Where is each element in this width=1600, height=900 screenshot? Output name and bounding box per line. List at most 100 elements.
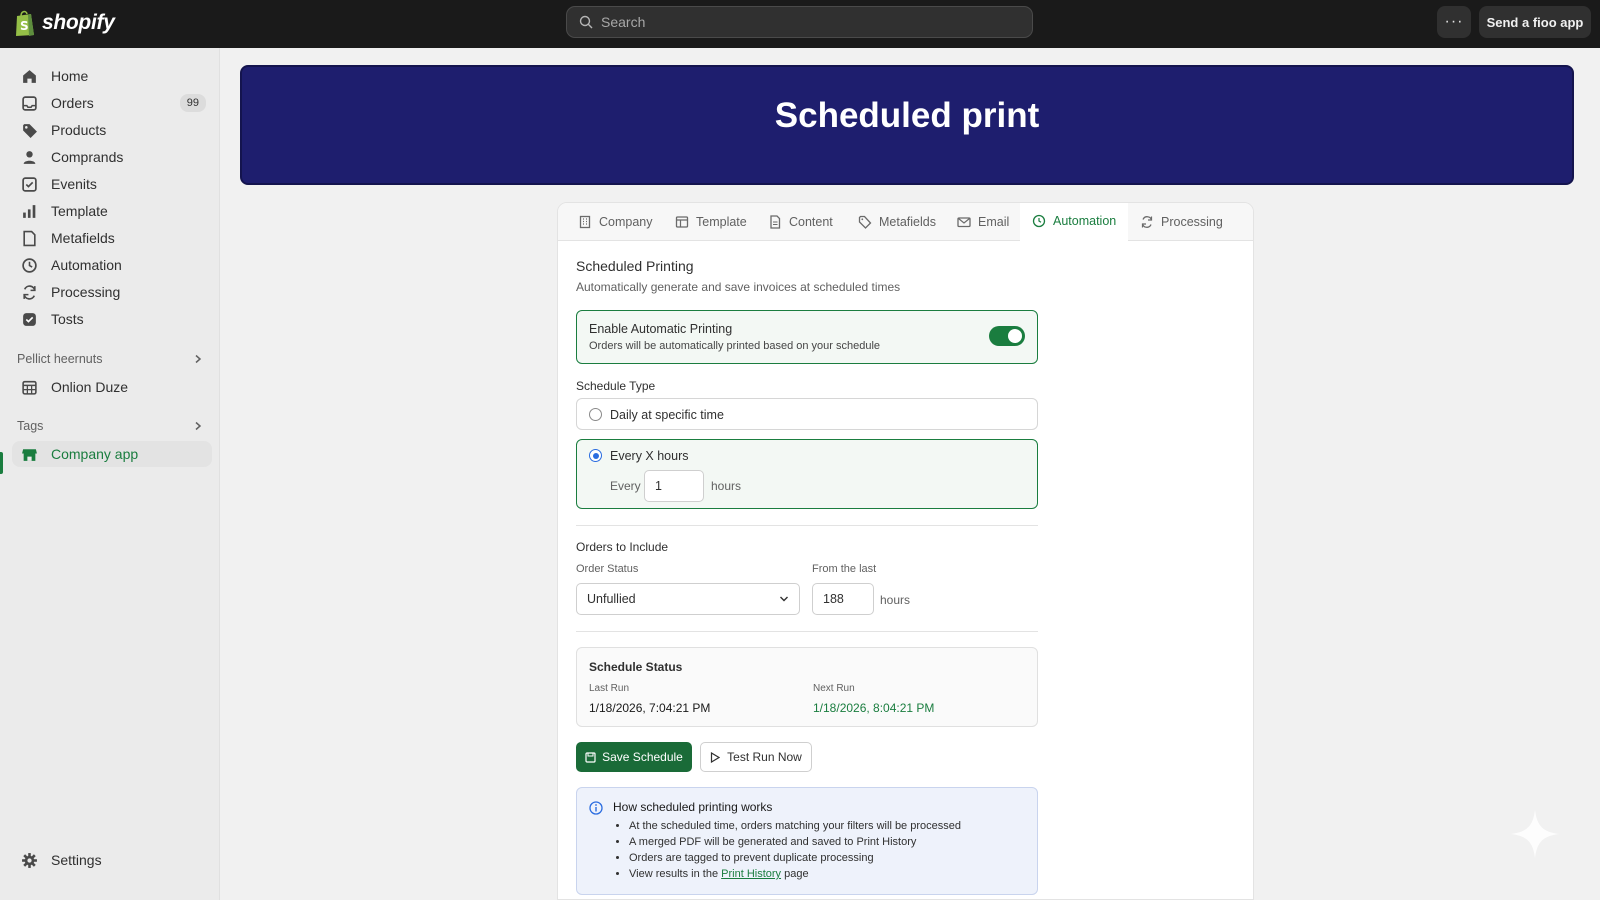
radio-daily[interactable] <box>589 408 602 421</box>
next-run-value: 1/18/2026, 8:04:21 PM <box>813 701 935 715</box>
save-icon <box>585 751 596 763</box>
settings-card: Company Template Content Metafields Emai… <box>557 202 1254 900</box>
hours-unit-label: hours <box>711 479 742 493</box>
option-hours-label: Every X hours <box>610 449 689 463</box>
sidebar-item-label: Products <box>51 122 107 138</box>
sidebar-item-home[interactable]: Home <box>12 63 212 89</box>
chevron-right-icon <box>195 354 202 364</box>
tab-email[interactable]: Email <box>957 203 1009 241</box>
sidebar-item-automation[interactable]: Automation <box>12 252 212 278</box>
info-box: How scheduled printing works At the sche… <box>576 787 1038 895</box>
building-icon <box>579 215 591 229</box>
refresh-icon <box>20 283 38 301</box>
shopify-logo[interactable]: S shopify <box>14 9 115 37</box>
sidebar-item-products[interactable]: Products <box>12 117 212 143</box>
from-last-input[interactable]: 188 <box>812 583 874 615</box>
sidebar-item-label: Orders <box>51 95 94 111</box>
home-icon <box>20 67 38 85</box>
sidebar-item-company-app[interactable]: Company app <box>12 441 212 467</box>
save-schedule-button[interactable]: Save Schedule <box>576 742 692 772</box>
sidebar-item-events[interactable]: Evenits <box>12 171 212 197</box>
tab-company[interactable]: Company <box>578 203 653 241</box>
shopify-bag-icon: S <box>16 10 34 36</box>
template-icon <box>675 216 689 228</box>
search-icon <box>579 15 593 29</box>
test-button-label: Test Run Now <box>727 750 802 764</box>
mail-icon <box>957 217 971 228</box>
svg-text:S: S <box>20 19 29 33</box>
last-run-value: 1/18/2026, 7:04:21 PM <box>589 701 711 715</box>
sidebar-item-tosts[interactable]: Tosts <box>12 306 212 332</box>
sidebar-item-label: Metafields <box>51 230 115 246</box>
enable-automatic-printing-card: Enable Automatic Printing Orders will be… <box>576 310 1038 364</box>
orders-icon <box>20 94 38 112</box>
tab-label: Automation <box>1053 214 1117 228</box>
radio-every-x-hours[interactable] <box>589 449 602 462</box>
sidebar-item-orders[interactable]: Orders 99 <box>12 90 212 116</box>
chart-icon <box>20 202 38 220</box>
schedule-status-title: Schedule Status <box>589 660 683 674</box>
search-bar[interactable] <box>566 6 1033 38</box>
section-pellict-heernuts[interactable]: Pellict heernuts <box>17 352 203 366</box>
tab-content[interactable]: Content <box>768 203 833 241</box>
events-icon <box>20 175 38 193</box>
sidebar-item-label: Company app <box>51 446 139 462</box>
tab-label: Email <box>978 215 1010 229</box>
tab-template[interactable]: Template <box>675 203 747 241</box>
more-actions-button[interactable]: ··· <box>1437 6 1471 38</box>
every-hours-input[interactable]: 1 <box>644 470 704 502</box>
order-status-value: Unfullied <box>587 592 636 606</box>
last-run-label: Last Run <box>589 683 630 694</box>
section-title: Pellict heernuts <box>17 352 103 366</box>
option-daily[interactable]: Daily at specific time <box>576 398 1038 430</box>
tab-label: Content <box>789 215 833 229</box>
print-history-link[interactable]: Print History <box>721 868 781 880</box>
tag-icon <box>20 121 38 139</box>
send-app-button[interactable]: Send a fioo app <box>1479 6 1591 38</box>
sparkle-icon <box>1511 810 1559 858</box>
schedule-type-label: Schedule Type <box>576 379 656 393</box>
check-icon <box>20 310 38 328</box>
option-daily-label: Daily at specific time <box>610 408 724 422</box>
play-icon <box>711 751 721 763</box>
section-tags[interactable]: Tags <box>17 419 203 433</box>
enable-toggle[interactable] <box>989 326 1025 346</box>
page-title: Scheduled print <box>774 96 1040 135</box>
refresh-icon <box>1141 216 1153 228</box>
option-every-x-hours[interactable]: Every X hours Every 1 hours <box>576 439 1038 509</box>
clock-icon <box>1032 214 1046 228</box>
from-last-unit: hours <box>880 593 911 607</box>
enable-title: Enable Automatic Printing <box>589 322 733 336</box>
sidebar-item-label: Settings <box>51 852 102 868</box>
sidebar-item-processing[interactable]: Processing <box>12 279 212 305</box>
sidebar-item-label: Evenits <box>51 176 97 192</box>
divider <box>576 631 1038 632</box>
order-status-select[interactable]: Unfullied <box>576 583 800 615</box>
search-input[interactable] <box>601 14 1001 30</box>
tab-automation[interactable]: Automation <box>1020 203 1129 241</box>
file-icon <box>20 229 38 247</box>
tab-metafields[interactable]: Metafields <box>858 203 936 241</box>
sidebar: Home Orders 99 Products Comprands Evenit… <box>0 48 220 900</box>
tab-label: Company <box>599 215 653 229</box>
info-item: Orders are tagged to prevent duplicate p… <box>629 850 961 866</box>
info-text: page <box>784 868 809 880</box>
sidebar-item-settings[interactable]: Settings <box>12 847 212 873</box>
chevron-right-icon <box>195 421 202 431</box>
sidebar-item-metafields[interactable]: Metafields <box>12 225 212 251</box>
tab-label: Template <box>696 215 747 229</box>
tab-processing[interactable]: Processing <box>1140 203 1223 241</box>
sidebar-item-onlion-duze[interactable]: Onlion Duze <box>12 374 212 400</box>
test-run-button[interactable]: Test Run Now <box>700 742 812 772</box>
next-run-label: Next Run <box>813 683 855 694</box>
tab-label: Metafields <box>879 215 936 229</box>
sidebar-item-label: Comprands <box>51 149 124 165</box>
divider <box>576 525 1038 526</box>
document-icon <box>770 215 781 229</box>
toggle-knob <box>1008 329 1022 343</box>
sidebar-item-template[interactable]: Template <box>12 198 212 224</box>
orders-count-badge: 99 <box>179 94 206 112</box>
clock-icon <box>20 256 38 274</box>
sidebar-item-comprands[interactable]: Comprands <box>12 144 212 170</box>
tab-label: Processing <box>1161 215 1223 229</box>
